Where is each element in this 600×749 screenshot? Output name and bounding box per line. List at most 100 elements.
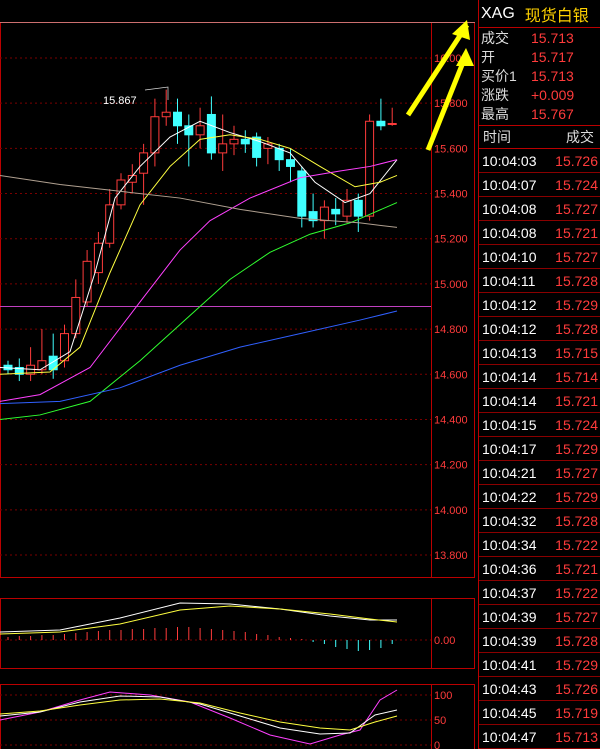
kdj-tick-label: 0 (434, 740, 440, 749)
tick-time: 10:04:32 (482, 512, 537, 529)
tick-price: 15.727 (555, 200, 598, 217)
macd-zero-label: 0.00 (434, 635, 455, 647)
kdj-k-line (0, 695, 398, 735)
tick-time: 10:04:13 (482, 344, 537, 361)
high-marker-label: 15.867 (103, 95, 137, 107)
tick-row: 10:04:21 15.727 (479, 461, 600, 485)
tick-row: 10:04:36 15.721 (479, 557, 600, 581)
quote-row: 开 15.717 (479, 47, 600, 66)
candle-body (206, 113, 216, 154)
candle-body (173, 111, 182, 127)
symbol-name: 现货白银 (524, 7, 589, 25)
ma120-line (0, 174, 398, 228)
quote-row: 成交 15.713 (479, 28, 600, 47)
candle-body (240, 138, 250, 145)
price-tick-label: 14.400 (434, 414, 468, 426)
ma20-line (0, 159, 398, 402)
price-tick-label: 13.800 (434, 550, 468, 562)
tick-time: 10:04:47 (482, 728, 537, 745)
tick-price: 15.713 (555, 728, 598, 745)
tick-price: 15.727 (555, 608, 598, 625)
tick-row: 10:04:32 15.728 (479, 509, 600, 533)
tick-row: 10:04:11 15.728 (479, 269, 600, 293)
candle-body (82, 260, 92, 303)
candle-body (195, 125, 205, 136)
quote-value: 15.717 (531, 48, 574, 65)
candle-body (387, 123, 397, 126)
tick-time: 10:04:11 (482, 272, 536, 289)
tick-price: 15.726 (555, 152, 598, 169)
tick-time: 10:04:15 (482, 416, 537, 433)
tick-row: 10:04:43 15.726 (479, 677, 600, 701)
tick-price: 15.727 (555, 464, 598, 481)
tick-time: 10:04:08 (482, 224, 537, 241)
quote-row: 涨跌 +0.009 (479, 85, 600, 104)
kdj-tick-label: 100 (434, 690, 452, 702)
tick-row: 10:04:12 15.728 (479, 317, 600, 341)
candle-body (161, 111, 171, 118)
candle-body (286, 159, 295, 167)
tick-time: 10:04:36 (482, 560, 537, 577)
tick-price: 15.721 (555, 560, 598, 577)
tick-price: 15.728 (555, 272, 598, 289)
quote-value: 15.713 (531, 29, 574, 46)
tick-price: 15.729 (555, 656, 598, 673)
high-marker-line (144, 86, 169, 100)
tick-price: 15.724 (555, 416, 598, 433)
tick-time: 10:04:10 (482, 248, 537, 265)
candle-body (105, 204, 115, 244)
tick-row: 10:04:12 15.729 (479, 293, 600, 317)
price-tick-label: 15.000 (434, 279, 468, 291)
kdj-tick-label: 50 (434, 715, 446, 727)
price-tick-label: 15.600 (434, 143, 468, 155)
quote-label: 买价1 (481, 67, 517, 84)
tick-row: 10:04:22 15.729 (479, 485, 600, 509)
candle-body (331, 208, 341, 215)
tick-row: 10:04:15 15.724 (479, 413, 600, 437)
tick-time: 10:04:45 (482, 704, 537, 721)
tick-row: 10:04:45 15.719 (479, 701, 600, 725)
candle-body (218, 143, 228, 154)
tick-price: 15.729 (555, 440, 598, 457)
candle-body (319, 206, 329, 222)
tick-price: 15.728 (555, 632, 598, 649)
tick-price: 15.715 (555, 344, 598, 361)
quote-value: 15.767 (531, 105, 574, 122)
tick-row: 10:04:39 15.727 (479, 605, 600, 629)
price-tick-label: 14.000 (434, 505, 468, 517)
quote-summary: 成交 15.713 开 15.717 买价1 15.713 涨跌 +0.009 最高 15… (479, 28, 600, 126)
ma40-line (0, 202, 398, 420)
candle-body (150, 116, 160, 154)
tick-price: 15.728 (555, 320, 598, 337)
price-tick-label: 15.800 (434, 98, 468, 110)
ma10-line (0, 134, 398, 375)
tick-row: 10:04:34 15.722 (479, 533, 600, 557)
symbol-code: XAG (481, 4, 515, 22)
tick-price: 15.729 (555, 488, 598, 505)
price-tick-label: 15.400 (434, 189, 468, 201)
price-tick-label: 14.200 (434, 460, 468, 472)
tick-time: 10:04:14 (482, 392, 537, 409)
tick-price: 15.721 (555, 224, 598, 241)
tick-row: 10:04:08 15.721 (479, 221, 600, 245)
tick-row: 10:04:39 15.728 (479, 629, 600, 653)
tick-price: 15.722 (555, 584, 598, 601)
ticks-time-header: 时间 (483, 129, 511, 145)
tick-price: 15.728 (555, 512, 598, 529)
candle-body (353, 199, 363, 217)
tick-row: 10:04:10 15.727 (479, 245, 600, 269)
macd-dif-line (0, 602, 397, 633)
tick-list[interactable]: 10:04:03 15.726 10:04:07 15.724 10:04:08 15.7… (479, 149, 600, 749)
kline-chart[interactable]: 16.000 15.800 15.600 15.400 15.200 15.000 14.8… (0, 0, 478, 749)
tick-time: 10:04:07 (482, 176, 537, 193)
kdj-frame (0, 684, 475, 749)
tick-time: 10:04:21 (482, 464, 537, 481)
tick-row: 10:04:13 15.715 (479, 341, 600, 365)
price-tick-label: 15.200 (434, 234, 468, 246)
quote-value: 15.713 (531, 67, 574, 84)
tick-row: 10:04:14 15.714 (479, 365, 600, 389)
tick-time: 10:04:03 (482, 152, 537, 169)
quote-panel: XAG 现货白银 成交 15.713 开 15.717 买价1 15.713 涨跌 +0… (478, 0, 600, 749)
tick-row: 10:04:14 15.721 (479, 389, 600, 413)
tick-time: 10:04:12 (482, 296, 537, 313)
